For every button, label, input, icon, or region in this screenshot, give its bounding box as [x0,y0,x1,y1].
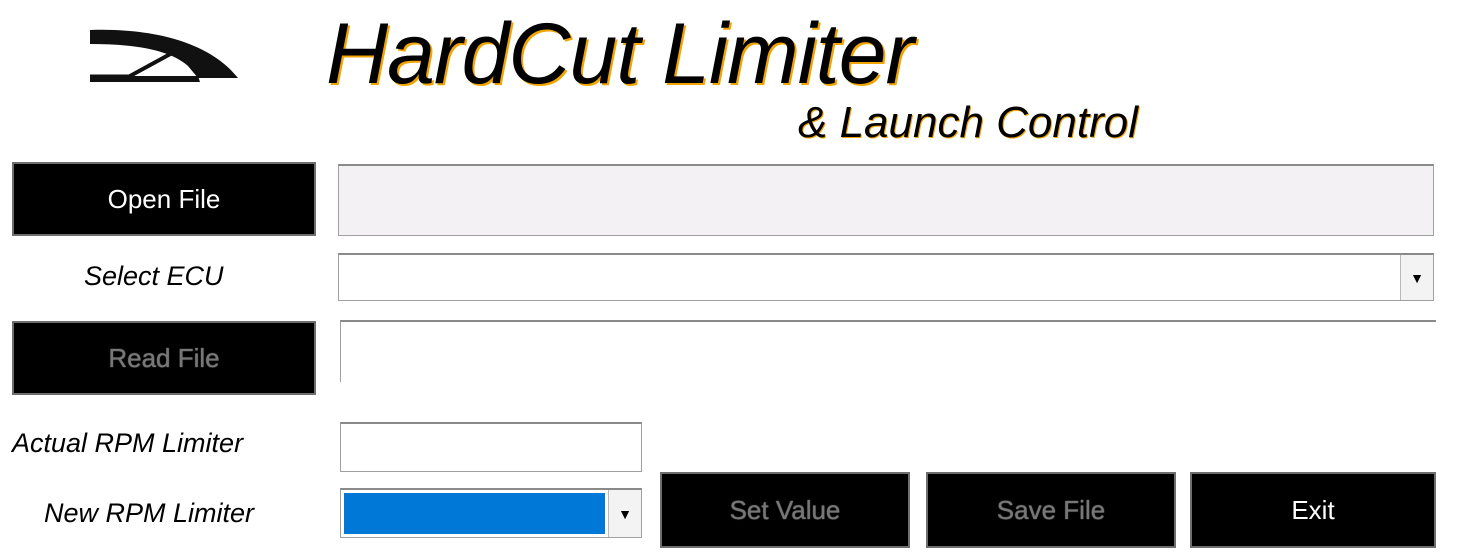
speedometer-gauge-icon [90,29,238,82]
read-output-area[interactable] [340,320,1436,382]
new-rpm-label: New RPM Limiter [44,498,255,528]
actual-rpm-label: Actual RPM Limiter [12,428,244,458]
select-ecu-label: Select ECU [84,261,224,291]
file-path-field[interactable] [338,164,1434,236]
save-file-button[interactable]: Save File [926,472,1176,548]
app-subtitle: & Launch Control [798,98,1138,147]
chevron-down-icon[interactable]: ▼ [1400,255,1433,300]
open-file-button[interactable]: Open File [12,162,316,236]
new-rpm-select[interactable]: ▼ [340,488,642,538]
set-value-button[interactable]: Set Value [660,472,910,548]
actual-rpm-field[interactable] [340,422,642,472]
exit-button[interactable]: Exit [1190,472,1436,548]
ecu-select-value [339,255,1400,300]
new-rpm-select-value [344,493,605,534]
ecu-select[interactable]: ▼ [338,253,1434,301]
app-title: HardCut Limiter [326,6,914,102]
chevron-down-icon[interactable]: ▼ [608,490,641,537]
read-file-button[interactable]: Read File [12,321,316,395]
